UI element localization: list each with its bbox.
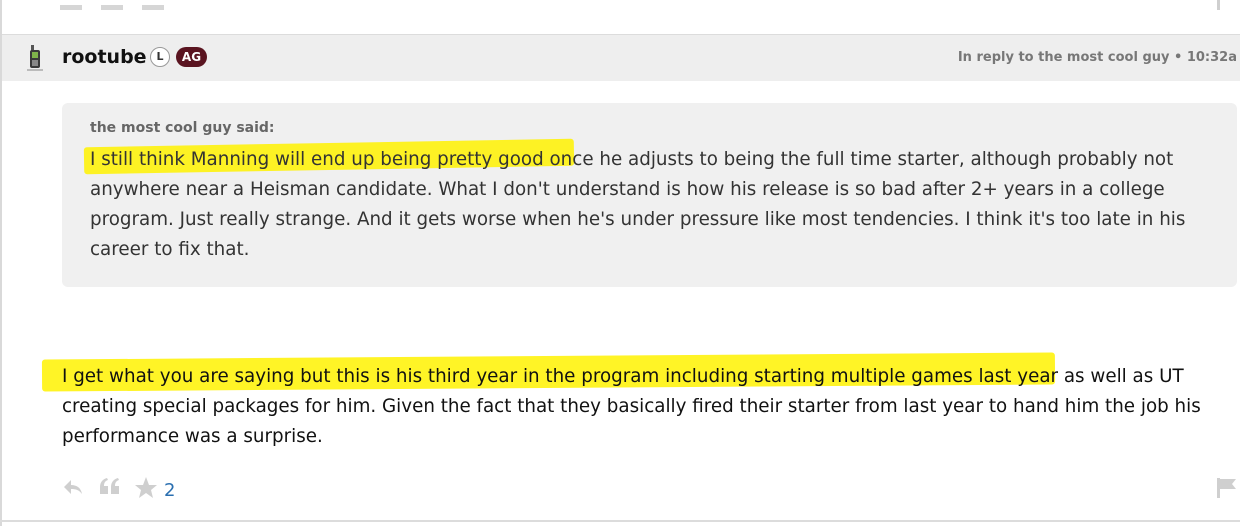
star-count[interactable]: 2: [164, 480, 175, 501]
badge-ag: AG: [176, 47, 207, 67]
badge-l: L: [150, 47, 170, 67]
quote-text: I still think Manning will end up being …: [90, 149, 1186, 260]
flag-icon[interactable]: [1216, 0, 1236, 10]
quote-icon[interactable]: [98, 476, 122, 502]
quote-icon[interactable]: [101, 5, 124, 10]
quote-author[interactable]: the most cool guy said:: [90, 120, 275, 136]
quote-box: the most cool guy said: I still think Ma…: [62, 103, 1237, 287]
post-divider: [0, 520, 1240, 522]
username[interactable]: rootube: [62, 46, 147, 68]
previous-post-actions: [60, 0, 178, 10]
phone-icon[interactable]: [24, 44, 46, 72]
post-header: rootube L AG In reply to the most cool g…: [2, 34, 1240, 81]
reply-icon[interactable]: [60, 5, 82, 10]
post-body: I get what you are saying but this is hi…: [62, 366, 1201, 447]
star-icon[interactable]: [134, 476, 158, 504]
flag-icon[interactable]: [1216, 477, 1238, 503]
reply-meta[interactable]: In reply to the most cool guy • 10:32a: [958, 50, 1237, 65]
reply-icon[interactable]: [62, 476, 84, 502]
star-icon[interactable]: [142, 5, 165, 10]
